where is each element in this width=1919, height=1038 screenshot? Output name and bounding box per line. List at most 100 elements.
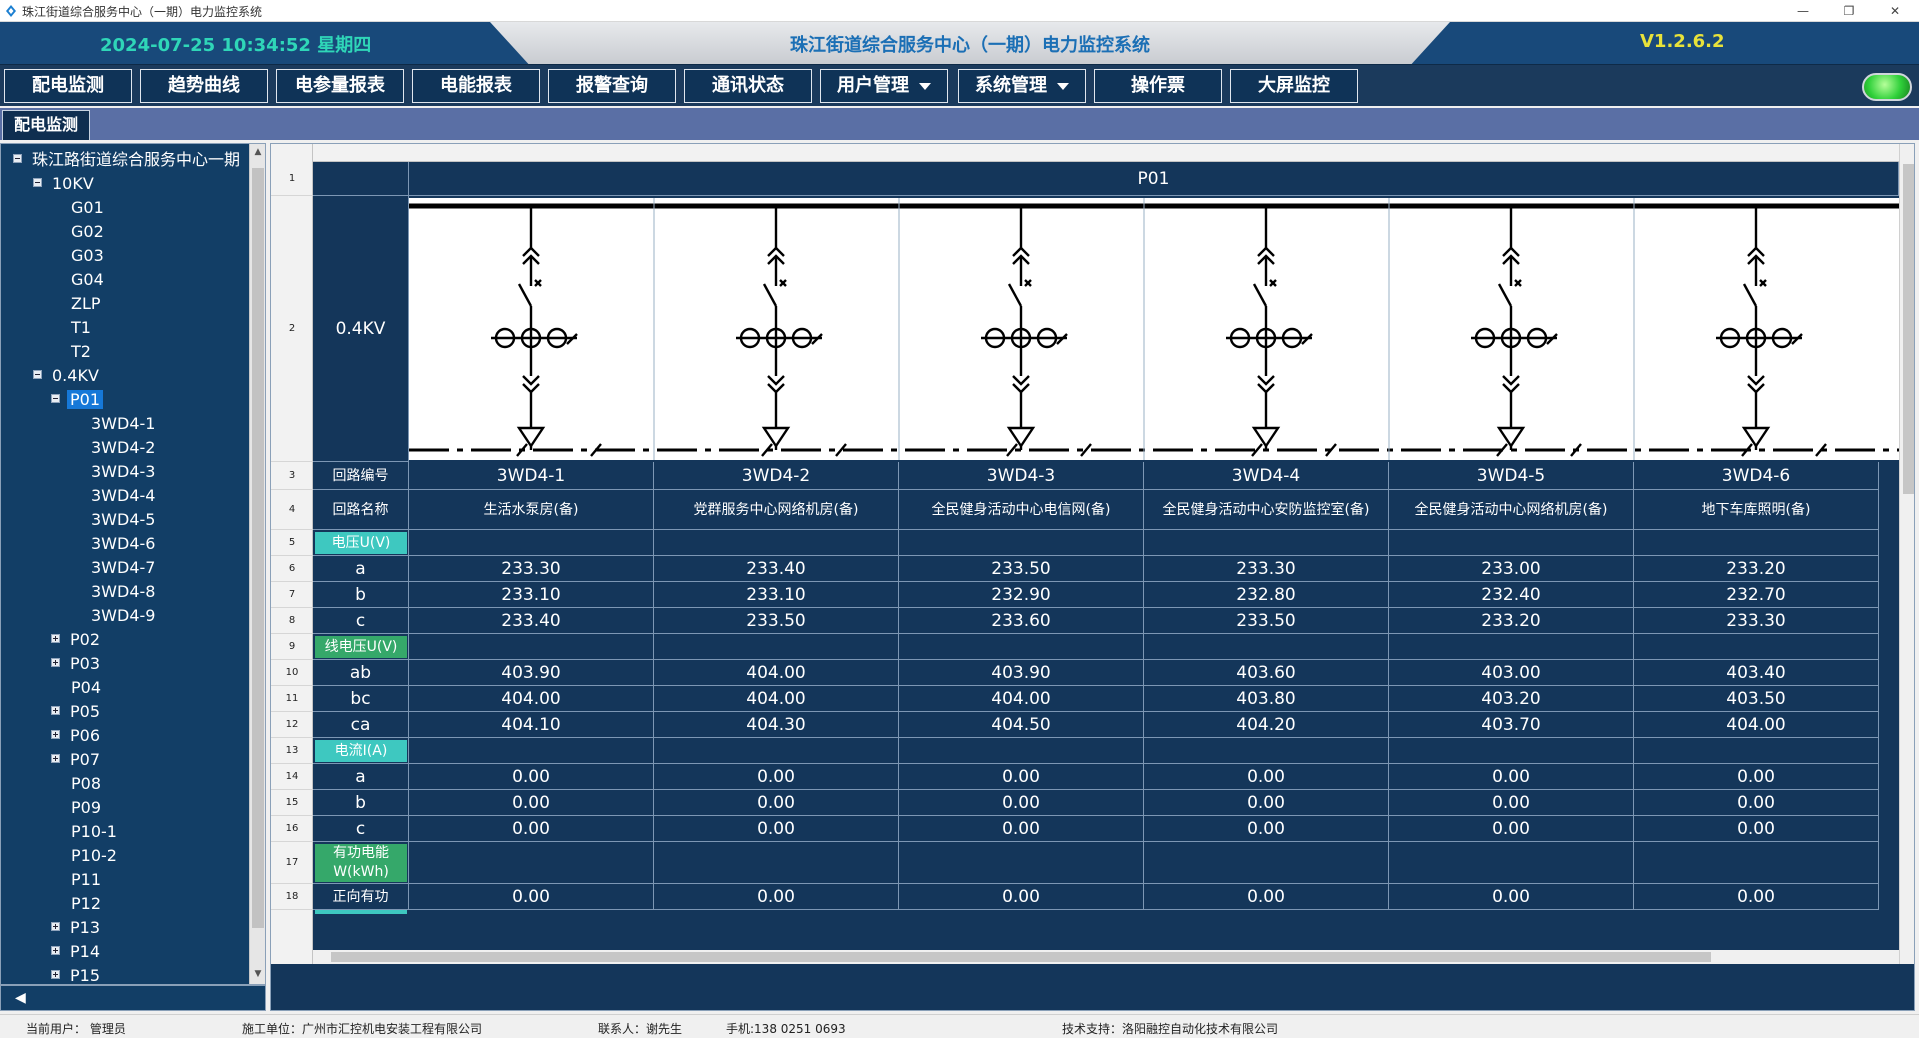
row-number: 13 — [271, 738, 313, 764]
value-cell: 404.30 — [654, 712, 899, 738]
nav-system-management[interactable]: 系统管理 — [958, 69, 1086, 103]
value-cell: 233.20 — [1389, 608, 1634, 634]
minimize-button[interactable]: — — [1780, 0, 1826, 22]
row-number: 4 — [271, 490, 313, 530]
expand-icon[interactable] — [51, 922, 60, 931]
expand-icon[interactable] — [51, 706, 60, 715]
tree-item-panel[interactable]: P05 — [51, 700, 103, 724]
tree-item-panel[interactable]: P02 — [51, 628, 103, 652]
nav-operation-ticket[interactable]: 操作票 — [1094, 69, 1222, 103]
value-cell: 233.20 — [1634, 556, 1879, 582]
load-triangle — [516, 426, 546, 449]
tree-item-circuit[interactable]: 3WD4-1 — [71, 412, 158, 436]
tree-item-panel[interactable]: P14 — [51, 940, 103, 964]
tree-item-panel[interactable]: P13 — [51, 916, 103, 940]
app-header: 2024-07-25 10:34:52 星期四 珠江街道综合服务中心（一期）电力… — [0, 22, 1919, 64]
scroll-left-icon[interactable]: ◀ — [15, 990, 26, 1006]
tree-item-10kv[interactable]: 10KV — [33, 172, 97, 196]
tree-item-panel[interactable]: P07 — [51, 748, 103, 772]
tree-item-circuit[interactable]: 3WD4-8 — [71, 580, 158, 604]
scroll-thumb[interactable] — [1903, 164, 1914, 494]
tree-item-p01[interactable]: P01 — [51, 388, 104, 412]
tree-item-root[interactable]: 珠江路街道综合服务中心一期 — [13, 148, 243, 172]
nav-big-screen[interactable]: 大屏监控 — [1230, 69, 1358, 103]
circuit-no-label: 回路编号 — [313, 462, 409, 490]
grid-vertical-scrollbar[interactable] — [1899, 144, 1914, 964]
tree-item-circuit[interactable]: 3WD4-4 — [71, 484, 158, 508]
tree-item-10kv-child[interactable]: G03 — [51, 244, 107, 268]
tree-item-circuit[interactable]: 3WD4-2 — [71, 436, 158, 460]
tree-item-circuit[interactable]: 3WD4-9 — [71, 604, 158, 628]
value-cell: 0.00 — [1144, 816, 1389, 842]
value-cell: 0.00 — [409, 764, 654, 790]
expand-icon[interactable] — [51, 754, 60, 763]
nav-comm-status[interactable]: 通讯状态 — [684, 69, 812, 103]
expand-icon[interactable] — [51, 946, 60, 955]
nav-parameter-report[interactable]: 电参量报表 — [276, 69, 404, 103]
grid-cell-blank — [1144, 634, 1389, 660]
connector-chevron — [1257, 375, 1275, 386]
value-cell: 233.30 — [1634, 608, 1879, 634]
grid-cell-blank — [1634, 634, 1879, 660]
nav-energy-report[interactable]: 电能报表 — [412, 69, 540, 103]
collapse-icon[interactable] — [13, 154, 22, 163]
collapse-icon[interactable] — [51, 394, 60, 403]
tree-item-10kv-child[interactable]: T1 — [51, 316, 94, 340]
collapse-icon[interactable] — [33, 370, 42, 379]
close-button[interactable]: ✕ — [1872, 0, 1918, 22]
tree-item-panel[interactable]: P11 — [51, 868, 104, 892]
scroll-thumb[interactable] — [252, 168, 264, 928]
tree-item-circuit[interactable]: 3WD4-5 — [71, 508, 158, 532]
nav-trend-curve[interactable]: 趋势曲线 — [140, 69, 268, 103]
tree-item-panel[interactable]: P09 — [51, 796, 104, 820]
maximize-button[interactable]: ❐ — [1826, 0, 1872, 22]
tree-item-panel[interactable]: P15 — [51, 964, 103, 984]
column-header-strip — [313, 144, 1899, 162]
scroll-thumb[interactable] — [331, 952, 1711, 962]
tree-item-10kv-child[interactable]: ZLP — [51, 292, 104, 316]
version-label: V1.2.6.2 — [1640, 31, 1725, 52]
tree-vertical-scrollbar[interactable]: ▲ ▼ — [249, 144, 265, 984]
row-number: 14 — [271, 764, 313, 790]
circuit-id: 3WD4-5 — [1389, 462, 1634, 490]
nav-alarm-query[interactable]: 报警查询 — [548, 69, 676, 103]
tree-horizontal-scrollbar[interactable]: ◀ — [0, 985, 266, 1011]
expand-icon[interactable] — [51, 970, 60, 979]
scroll-down-icon[interactable]: ▼ — [252, 968, 264, 980]
tree-item-panel[interactable]: P03 — [51, 652, 103, 676]
grid-horizontal-scrollbar[interactable] — [313, 950, 1899, 964]
expand-icon[interactable] — [51, 730, 60, 739]
tree-item-panel[interactable]: P10-1 — [51, 820, 120, 844]
grid-cell-blank — [1389, 530, 1634, 556]
tree-item-label: 3WD4-2 — [91, 438, 156, 457]
tree-item-label: ZLP — [71, 294, 101, 313]
value-cell: 403.20 — [1389, 686, 1634, 712]
tree-item-panel[interactable]: P12 — [51, 892, 104, 916]
circuit-name: 生活水泵房(备) — [409, 490, 654, 530]
tree-item-10kv-child[interactable]: G04 — [51, 268, 107, 292]
tree-item-10kv-child[interactable]: G01 — [51, 196, 107, 220]
breaker-blade — [1742, 283, 1758, 307]
nav-user-management[interactable]: 用户管理 — [820, 69, 948, 103]
tree-item-04kv[interactable]: 0.4KV — [33, 364, 102, 388]
tree-item-10kv-child[interactable]: G02 — [51, 220, 107, 244]
tree-item-panel[interactable]: P08 — [51, 772, 104, 796]
tree-item-panel[interactable]: P10-2 — [51, 844, 120, 868]
tab-power-monitoring[interactable]: 配电监测 — [2, 110, 90, 140]
tree-item-circuit[interactable]: 3WD4-3 — [71, 460, 158, 484]
expand-icon[interactable] — [51, 658, 60, 667]
tree-item-panel[interactable]: P04 — [51, 676, 104, 700]
tree-item-circuit[interactable]: 3WD4-7 — [71, 556, 158, 580]
expand-icon[interactable] — [51, 634, 60, 643]
scroll-up-icon[interactable]: ▲ — [252, 146, 264, 158]
grid-cell-blank — [899, 530, 1144, 556]
grid-cell-blank — [409, 738, 654, 764]
tree-item-panel[interactable]: P06 — [51, 724, 103, 748]
tree-item-label: 3WD4-4 — [91, 486, 156, 505]
single-line-diagram — [409, 198, 1899, 460]
section-badge: 有功电能W(kWh) — [315, 844, 407, 882]
nav-power-monitoring[interactable]: 配电监测 — [4, 69, 132, 103]
collapse-icon[interactable] — [33, 178, 42, 187]
tree-item-circuit[interactable]: 3WD4-6 — [71, 532, 158, 556]
tree-item-10kv-child[interactable]: T2 — [51, 340, 94, 364]
